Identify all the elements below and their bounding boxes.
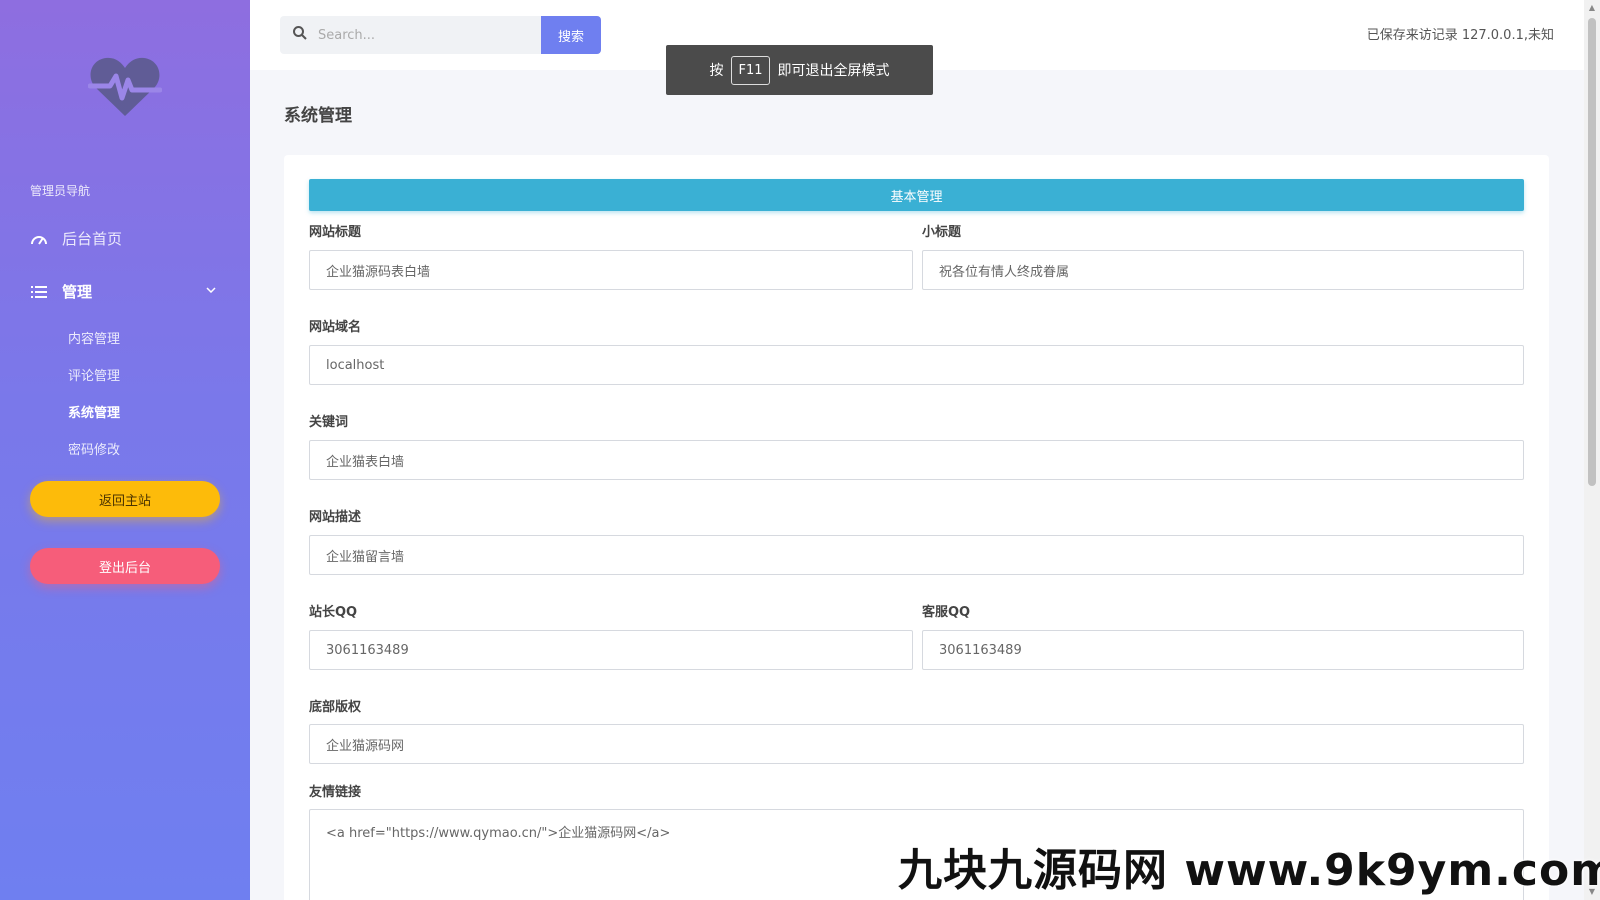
search-input[interactable] xyxy=(318,27,518,43)
scrollbar-thumb[interactable] xyxy=(1588,18,1596,486)
scroll-up-arrow-icon[interactable]: ▲ xyxy=(1587,3,1597,13)
toast-prefix: 按 xyxy=(709,63,724,79)
description-label: 网站描述 xyxy=(309,510,362,525)
site-title-label: 网站标题 xyxy=(309,225,362,240)
sidebar-item-password[interactable]: 密码修改 xyxy=(68,439,120,458)
sidebar-item-manage[interactable]: 管理 xyxy=(30,281,220,302)
toast-suffix: 即可退出全屏模式 xyxy=(777,63,890,79)
page-title: 系统管理 xyxy=(284,106,352,126)
subtitle-label: 小标题 xyxy=(922,225,962,240)
description-field[interactable]: 企业猫留言墙 xyxy=(309,535,1524,575)
service-qq-label: 客服QQ xyxy=(922,605,971,620)
sidebar-item-home[interactable]: 后台首页 xyxy=(30,228,122,249)
chevron-down-icon xyxy=(206,281,220,299)
sidebar-item-content[interactable]: 内容管理 xyxy=(68,328,120,347)
domain-field[interactable]: localhost xyxy=(309,345,1524,385)
sidebar-item-home-label: 后台首页 xyxy=(62,230,123,248)
owner-qq-label: 站长QQ xyxy=(309,605,358,620)
friend-links-label: 友情链接 xyxy=(309,785,362,800)
settings-card: 基本管理 网站标题 企业猫源码表白墙 小标题 祝各位有情人终成眷属 网站域名 l… xyxy=(284,155,1549,900)
logout-button[interactable]: 登出后台 xyxy=(30,548,220,584)
visit-status-text: 已保存来访记录 127.0.0.1,未知 xyxy=(1366,28,1554,43)
toast-key: F11 xyxy=(731,55,770,85)
copyright-field[interactable]: 企业猫源码网 xyxy=(309,724,1524,764)
search-icon xyxy=(292,25,308,45)
sidebar-item-manage-label: 管理 xyxy=(62,283,93,301)
sidebar-item-comments[interactable]: 评论管理 xyxy=(68,365,120,384)
heartbeat-logo-icon xyxy=(87,54,163,120)
subtitle-field[interactable]: 祝各位有情人终成眷属 xyxy=(922,250,1524,290)
fullscreen-toast: 按 F11 即可退出全屏模式 xyxy=(666,45,933,95)
nav-caption: 管理员导航 xyxy=(30,184,91,198)
search-box xyxy=(280,16,542,54)
watermark-text: 九块九源码网 www.9k9ym.com xyxy=(898,845,1600,896)
search-button[interactable]: 搜索 xyxy=(541,16,601,54)
section-header: 基本管理 xyxy=(309,179,1524,211)
service-qq-field[interactable]: 3061163489 xyxy=(922,630,1524,670)
domain-label: 网站域名 xyxy=(309,320,362,335)
back-to-site-button[interactable]: 返回主站 xyxy=(30,481,220,517)
sidebar: 管理员导航 后台首页 管理 内容管理 评论管理 系统管理 密码修改 返回主站 登… xyxy=(0,0,250,900)
page-scrollbar[interactable]: ▲ ▼ xyxy=(1584,0,1600,900)
copyright-label: 底部版权 xyxy=(309,700,362,715)
owner-qq-field[interactable]: 3061163489 xyxy=(309,630,913,670)
list-icon xyxy=(30,283,48,301)
dashboard-gauge-icon xyxy=(30,230,48,248)
keywords-field[interactable]: 企业猫表白墙 xyxy=(309,440,1524,480)
keywords-label: 关键词 xyxy=(309,415,349,430)
sidebar-item-system[interactable]: 系统管理 xyxy=(68,402,120,421)
site-title-field[interactable]: 企业猫源码表白墙 xyxy=(309,250,913,290)
